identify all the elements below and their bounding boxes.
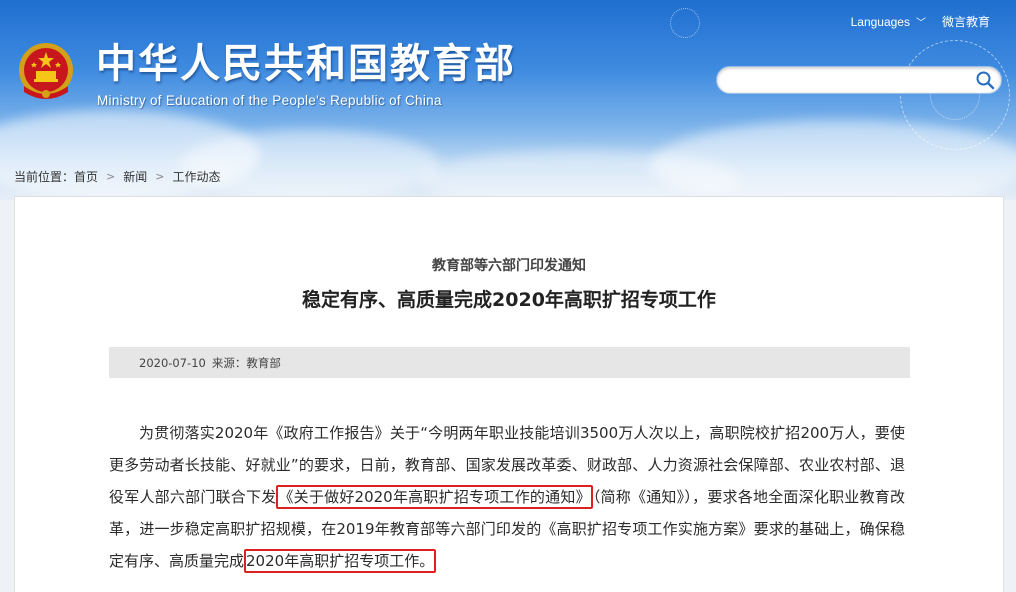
- article-source: 教育部: [246, 355, 281, 370]
- cloud-decoration: [180, 130, 440, 200]
- article-body: 为贯彻落实2020年《政府工作报告》关于“今明两年职业技能培训3500万人次以上…: [109, 417, 905, 577]
- chevron-down-icon: ﹀: [915, 18, 926, 29]
- article-source-label: 来源：: [211, 355, 247, 370]
- top-links: Languages ﹀ 微言教育: [851, 13, 990, 30]
- article-card: 教育部等六部门印发通知 稳定有序、高质量完成2020年高职扩招专项工作 2020…: [14, 196, 1004, 592]
- article-subhead: 教育部等六部门印发通知: [432, 258, 586, 274]
- dandelion-decoration: [670, 8, 700, 38]
- highlighted-notice-title: 《关于做好2020年高职扩招专项工作的通知》: [276, 485, 593, 509]
- breadcrumb-separator: >: [155, 170, 165, 183]
- article-meta: 2020-07-10 来源： 教育部: [109, 347, 910, 378]
- breadcrumb-prefix: 当前位置：: [14, 170, 75, 184]
- search-icon[interactable]: [975, 70, 995, 90]
- breadcrumb-item-news[interactable]: 新闻: [123, 168, 147, 185]
- breadcrumb-separator: >: [106, 170, 116, 183]
- languages-label: Languages: [850, 14, 910, 29]
- site-subtitle: Ministry of Education of the People's Re…: [97, 93, 442, 108]
- search-input[interactable]: [729, 67, 969, 93]
- highlighted-task: 2020年高职扩招专项工作。: [244, 549, 437, 573]
- site-title[interactable]: 中华人民共和国教育部: [96, 40, 516, 88]
- article-paragraph: 为贯彻落实2020年《政府工作报告》关于“今明两年职业技能培训3500万人次以上…: [109, 417, 905, 577]
- weibo-link[interactable]: 微言教育: [942, 13, 990, 30]
- article-date: 2020-07-10: [139, 355, 206, 370]
- national-emblem-icon[interactable]: [14, 40, 78, 104]
- breadcrumb-item-home[interactable]: 首页: [74, 168, 98, 185]
- search-bar: [716, 66, 1002, 94]
- article-headline: 稳定有序、高质量完成2020年高职扩招专项工作: [302, 289, 716, 311]
- breadcrumb: 当前位置： 首页 > 新闻 > 工作动态: [14, 168, 221, 185]
- breadcrumb-item-work-updates[interactable]: 工作动态: [172, 168, 220, 185]
- languages-dropdown[interactable]: Languages ﹀: [850, 14, 926, 30]
